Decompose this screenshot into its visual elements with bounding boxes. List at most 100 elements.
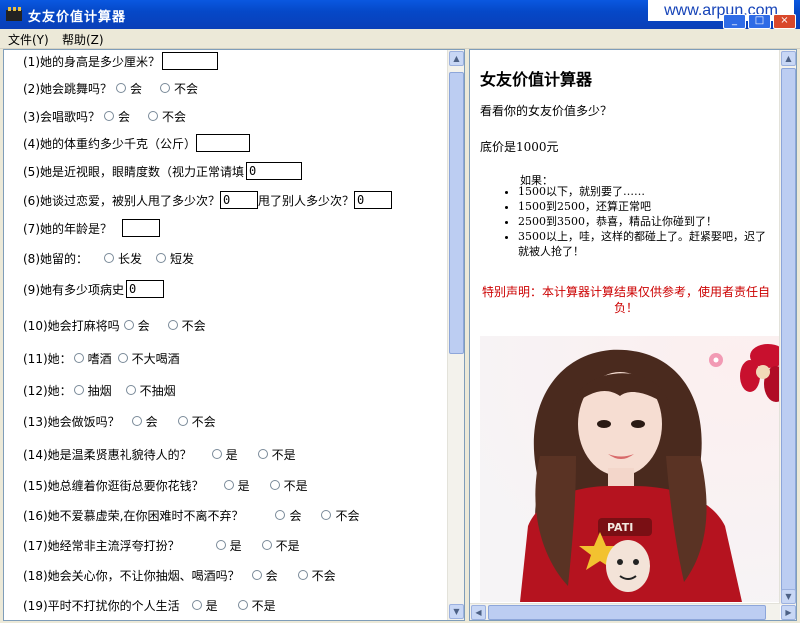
question-11: (11)她： 嗜酒 不大喝酒 — [23, 348, 184, 368]
option-label: 是 — [205, 598, 218, 613]
question-label: (12)她： — [23, 383, 72, 398]
height-input[interactable] — [162, 52, 218, 70]
radio-caring-no[interactable] — [297, 570, 308, 580]
list-item: 1500以下，就别要了…… — [518, 184, 774, 199]
scroll-down-button[interactable]: ▼ — [449, 604, 464, 619]
question-12: (12)她： 抽烟 不抽烟 — [23, 380, 180, 400]
option-label: 短发 — [170, 251, 195, 266]
question-label: (19)平时不打扰你的个人生活 — [23, 598, 180, 613]
weight-input[interactable] — [196, 134, 250, 152]
radio-sing-yes[interactable] — [104, 111, 114, 121]
radio-gentle-yes[interactable] — [211, 449, 222, 459]
info-scrollbar[interactable]: ▲ ▼ — [779, 50, 796, 605]
radio-drinks-yes[interactable] — [73, 353, 84, 363]
eyesight-input[interactable] — [246, 162, 302, 180]
option-label: 不会 — [311, 568, 336, 583]
scroll-right-button[interactable]: ▶ — [781, 605, 796, 620]
menu-help[interactable]: 帮助(Z) — [62, 31, 104, 48]
scroll-thumb[interactable] — [781, 68, 796, 598]
question-9: (9)她有多少项病史 — [23, 279, 164, 299]
scroll-thumb[interactable] — [449, 72, 464, 354]
question-label-2: 甩了别人多少次？ — [258, 193, 355, 208]
question-label: (8)她留的： — [23, 251, 88, 266]
list-item: 2500到3500，恭喜，精品让你碰到了！ — [518, 214, 774, 229]
disclaimer: 特别声明：本计算器计算结果仅供参考，使用者责任自负！ — [481, 285, 770, 315]
radio-shopping-yes[interactable] — [223, 480, 234, 490]
radio-cook-yes[interactable] — [131, 416, 142, 426]
question-14: (14)她是温柔贤惠礼貌待人的？ 是 不是 — [23, 444, 300, 464]
radio-mahjong-no[interactable] — [167, 320, 178, 330]
radio-space-yes[interactable] — [191, 600, 202, 610]
menu-bar: 文件(Y) 帮助(Z) — [0, 29, 800, 49]
question-label: (15)她总缠着你逛街总要你花钱？ — [23, 478, 204, 493]
age-input[interactable] — [122, 219, 160, 237]
option-label: 是 — [225, 447, 238, 462]
question-1: (1)她的身高是多少厘米？ — [23, 51, 218, 71]
info-pane[interactable]: 女友价值计算器 看看你的女友价值多少？ 底价是1000元 如果： 1500以下，… — [469, 49, 797, 621]
question-3: (3)会唱歌吗？ 会 不会 — [23, 106, 190, 126]
question-label: (11)她： — [23, 351, 72, 366]
radio-dance-no[interactable] — [160, 83, 171, 93]
questions-pane[interactable]: (1)她的身高是多少厘米？ (2)她会跳舞吗？ 会 不会 (3)会唱歌吗？ 会 … — [3, 49, 465, 621]
close-button[interactable]: × — [773, 14, 796, 29]
illness-input[interactable] — [126, 280, 164, 298]
menu-file[interactable]: 文件(Y) — [8, 31, 49, 48]
radio-dance-yes[interactable] — [116, 83, 126, 93]
question-label: (13)她会做饭吗？ — [23, 414, 120, 429]
horizontal-scroll-thumb[interactable] — [488, 605, 766, 620]
option-label: 嗜酒 — [87, 351, 112, 366]
scroll-down-button[interactable]: ▼ — [781, 589, 796, 604]
list-item: 3500以上，哇，这样的都碰上了。赶紧娶吧，迟了就被人抢了！ — [518, 229, 774, 259]
dumped-others-input[interactable] — [354, 191, 393, 209]
question-8: (8)她留的： 长发 短发 — [23, 248, 198, 268]
photo-illustration: PATI — [480, 336, 780, 602]
option-label: 不会 — [174, 81, 199, 96]
maximize-button[interactable]: □ — [748, 14, 771, 29]
info-horizontal-scrollbar[interactable]: ◀ ▶ — [470, 603, 796, 620]
minimize-button[interactable]: _ — [723, 14, 746, 29]
question-label: (3)会唱歌吗？ — [23, 109, 100, 124]
radio-smokes-yes[interactable] — [73, 385, 84, 395]
option-label: 会 — [137, 318, 150, 333]
radio-flashy-yes[interactable] — [215, 540, 226, 550]
info-subtitle: 看看你的女友价值多少？ — [480, 104, 613, 118]
base-price: 底价是1000元 — [480, 140, 559, 154]
option-label: 不是 — [251, 598, 276, 613]
dumped-count-input[interactable] — [220, 191, 258, 209]
option-label: 会 — [118, 109, 131, 124]
question-16: (16)她不爱慕虚荣,在你困难时不离不弃？ 会 不会 — [23, 505, 363, 525]
option-label: 不是 — [283, 478, 308, 493]
option-label: 长发 — [118, 251, 143, 266]
question-label: (14)她是温柔贤惠礼貌待人的？ — [23, 447, 192, 462]
radio-loyal-yes[interactable] — [275, 510, 286, 520]
radio-short-hair[interactable] — [156, 253, 167, 263]
radio-smokes-no[interactable] — [125, 385, 136, 395]
radio-long-hair[interactable] — [104, 253, 114, 263]
scroll-up-button[interactable]: ▲ — [781, 51, 796, 66]
radio-mahjong-yes[interactable] — [123, 320, 134, 330]
radio-drinks-no[interactable] — [117, 353, 128, 363]
radio-loyal-no[interactable] — [321, 510, 332, 520]
radio-sing-no[interactable] — [148, 111, 159, 121]
radio-shopping-no[interactable] — [269, 480, 280, 490]
price-range-list: 1500以下，就别要了…… 1500到2500，还算正常吧 2500到3500，… — [504, 184, 774, 259]
option-label: 不是 — [275, 538, 300, 553]
app-icon — [6, 7, 22, 21]
question-label: (2)她会跳舞吗？ — [23, 81, 112, 96]
option-label: 不是 — [271, 447, 296, 462]
radio-space-no[interactable] — [237, 600, 248, 610]
radio-gentle-no[interactable] — [257, 449, 268, 459]
option-label: 抽烟 — [87, 383, 112, 398]
scroll-up-button[interactable]: ▲ — [449, 51, 464, 66]
question-label: (4)她的体重约多少千克（公斤） — [23, 136, 196, 151]
list-item: 1500到2500，还算正常吧 — [518, 199, 774, 214]
radio-flashy-no[interactable] — [261, 540, 272, 550]
option-label: 不会 — [335, 508, 360, 523]
question-label: (16)她不爱慕虚荣,在你困难时不离不弃？ — [23, 508, 244, 523]
questions-scrollbar[interactable]: ▲ ▼ — [447, 50, 464, 620]
question-2: (2)她会跳舞吗？ 会 不会 — [23, 78, 202, 98]
title-bar[interactable]: 女友价值计算器 www.arpun.com _ □ × — [0, 0, 800, 29]
radio-caring-yes[interactable] — [251, 570, 262, 580]
scroll-left-button[interactable]: ◀ — [471, 605, 486, 620]
radio-cook-no[interactable] — [177, 416, 188, 426]
